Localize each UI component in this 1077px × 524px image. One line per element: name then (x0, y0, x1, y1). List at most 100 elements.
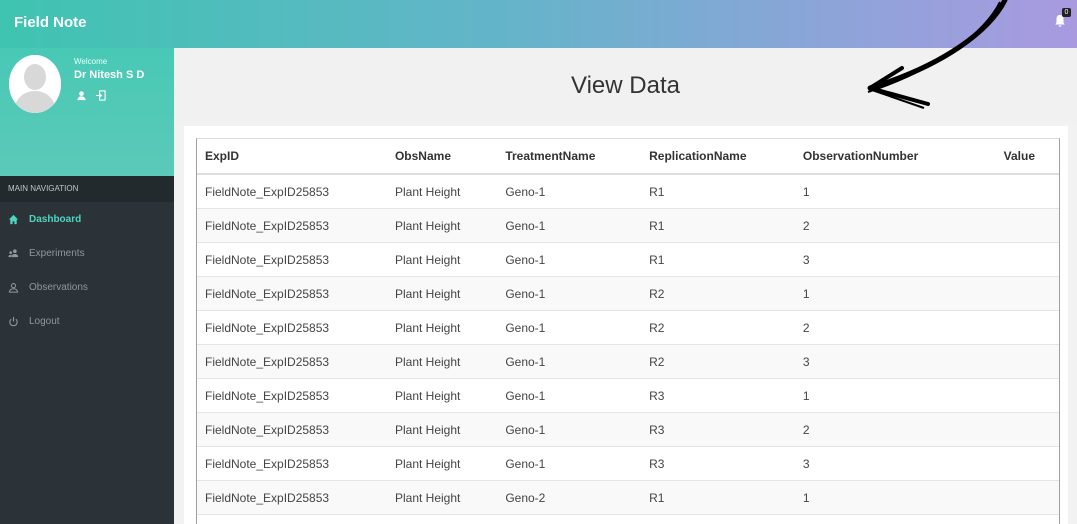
table-row[interactable]: FieldNote_ExpID25853 Plant Height Geno-1 R2… (197, 276, 1059, 311)
table-cell: FieldNote_ExpID25853 (197, 310, 387, 345)
table-cell: FieldNote_ExpID25853 (197, 446, 387, 481)
table-cell (973, 242, 1059, 277)
table-cell: 2 (794, 310, 974, 345)
table-cell: FieldNote_ExpID25853 (197, 514, 387, 524)
table-cell: 3 (794, 446, 974, 481)
table-cell: FieldNote_ExpID25853 (197, 242, 387, 277)
table-cell: Geno-1 (497, 344, 642, 379)
table-row[interactable]: FieldNote_ExpID25853 Plant Height Geno-1 R3… (197, 446, 1059, 481)
table-cell: Plant Height (386, 412, 498, 447)
table-cell: R1 (641, 208, 795, 243)
table-cell: R1 (641, 514, 795, 524)
table-cell: R1 (641, 242, 795, 277)
table-cell: Plant Height (386, 276, 498, 311)
column-header-value[interactable]: Value (973, 139, 1059, 175)
power-icon (9, 316, 18, 326)
table-cell: Geno-1 (497, 378, 642, 413)
table-cell: Geno-2 (497, 480, 642, 515)
table-cell (973, 446, 1059, 481)
table-cell (973, 276, 1059, 311)
table-header-row: ExpID ObsName TreatmentName ReplicationN… (197, 139, 1059, 175)
arrow-annotation-icon (867, 0, 1008, 109)
data-table-container[interactable]: ExpID ObsName TreatmentName ReplicationN… (196, 138, 1060, 524)
table-cell: R2 (641, 344, 795, 379)
table-cell (973, 208, 1059, 243)
table-cell: R2 (641, 310, 795, 345)
table-cell: Geno-1 (497, 173, 642, 209)
welcome-text: Welcome (74, 57, 108, 66)
avatar (9, 55, 61, 113)
sidebar-item-experiments[interactable]: Experiments (0, 236, 174, 270)
user-icon (8, 282, 19, 293)
table-cell (973, 173, 1059, 209)
table-cell: 1 (794, 480, 974, 515)
sidebar-item-label: Experiments (29, 247, 85, 259)
sidebar-item-label: Observations (29, 281, 88, 293)
column-header-expid[interactable]: ExpID (197, 139, 387, 175)
table-row[interactable]: FieldNote_ExpID25853 Plant Height Geno-1 R1… (197, 208, 1059, 243)
sidebar-item-dashboard[interactable]: Dashboard (0, 202, 174, 236)
table-cell: FieldNote_ExpID25853 (197, 480, 387, 515)
sidebar-item-logout[interactable]: Logout (0, 304, 174, 338)
table-cell: Plant Height (386, 446, 498, 481)
table-cell (973, 514, 1059, 524)
table-row[interactable]: FieldNote_ExpID25853 Plant Height Geno-1 R3… (197, 378, 1059, 413)
table-row[interactable]: FieldNote_ExpID25853Plant HeightGeno-2R1… (197, 514, 1059, 524)
user-panel: Welcome Dr Nitesh S D (0, 48, 174, 176)
table-cell: R3 (641, 446, 795, 481)
table-cell: Geno-1 (497, 310, 642, 345)
table-cell: Geno-1 (497, 412, 642, 447)
column-header-observationnumber[interactable]: ObservationNumber (794, 139, 974, 175)
table-cell: R1 (641, 480, 795, 515)
table-cell: Plant Height (386, 514, 498, 524)
users-icon (8, 248, 19, 257)
nav-header: MAIN NAVIGATION (0, 176, 174, 202)
table-row[interactable]: FieldNote_ExpID25853 Plant Height Geno-1 R2… (197, 344, 1059, 379)
table-cell: 1 (794, 173, 974, 209)
table-cell: FieldNote_ExpID25853 (197, 208, 387, 243)
table-cell: Geno-2 (497, 514, 642, 524)
table-cell: Plant Height (386, 173, 498, 209)
data-card: ExpID ObsName TreatmentName ReplicationN… (184, 126, 1068, 524)
sidebar-item-observations[interactable]: Observations (0, 270, 174, 304)
column-header-obsname[interactable]: ObsName (386, 139, 498, 175)
app-title[interactable]: Field Note (14, 14, 87, 31)
table-row[interactable]: FieldNote_ExpID25853Plant HeightGeno-2R1… (197, 480, 1059, 515)
table-cell: R3 (641, 412, 795, 447)
table-cell: Plant Height (386, 480, 498, 515)
table-cell (973, 378, 1059, 413)
table-cell: Plant Height (386, 344, 498, 379)
table-cell: Geno-1 (497, 446, 642, 481)
table-cell: 3 (794, 242, 974, 277)
table-cell (973, 344, 1059, 379)
table-cell: Plant Height (386, 310, 498, 345)
table-cell: 2 (794, 208, 974, 243)
home-icon (8, 214, 19, 224)
table-cell: FieldNote_ExpID25853 (197, 378, 387, 413)
profile-icon[interactable] (76, 90, 87, 101)
table-cell: Plant Height (386, 208, 498, 243)
user-avatar-icon (9, 55, 61, 113)
table-cell (973, 310, 1059, 345)
table-row[interactable]: FieldNote_ExpID25853 Plant Height Geno-1 R1… (197, 173, 1059, 209)
sign-in-icon[interactable] (95, 90, 106, 101)
table-cell: Plant Height (386, 378, 498, 413)
table-cell: 2 (794, 514, 974, 524)
table-cell: 3 (794, 344, 974, 379)
table-cell: 2 (794, 412, 974, 447)
table-row[interactable]: FieldNote_ExpID25853 Plant Height Geno-1 R2… (197, 310, 1059, 345)
table-cell: FieldNote_ExpID25853 (197, 412, 387, 447)
table-row[interactable]: FieldNote_ExpID25853 Plant Height Geno-1 R3… (197, 412, 1059, 447)
user-name: Dr Nitesh S D (74, 69, 145, 81)
notification-badge: 0 (1062, 8, 1071, 17)
column-header-replicationname[interactable]: ReplicationName (641, 139, 795, 175)
table-cell: 1 (794, 378, 974, 413)
table-cell: R1 (641, 173, 795, 209)
sidebar: Welcome Dr Nitesh S D MAIN NAVIGATION Da… (0, 48, 174, 524)
table-cell: Geno-1 (497, 242, 642, 277)
table-cell (973, 412, 1059, 447)
column-header-treatmentname[interactable]: TreatmentName (497, 139, 642, 175)
table-row[interactable]: FieldNote_ExpID25853 Plant Height Geno-1 R1… (197, 242, 1059, 277)
table-cell: Geno-1 (497, 276, 642, 311)
table-cell: Plant Height (386, 242, 498, 277)
